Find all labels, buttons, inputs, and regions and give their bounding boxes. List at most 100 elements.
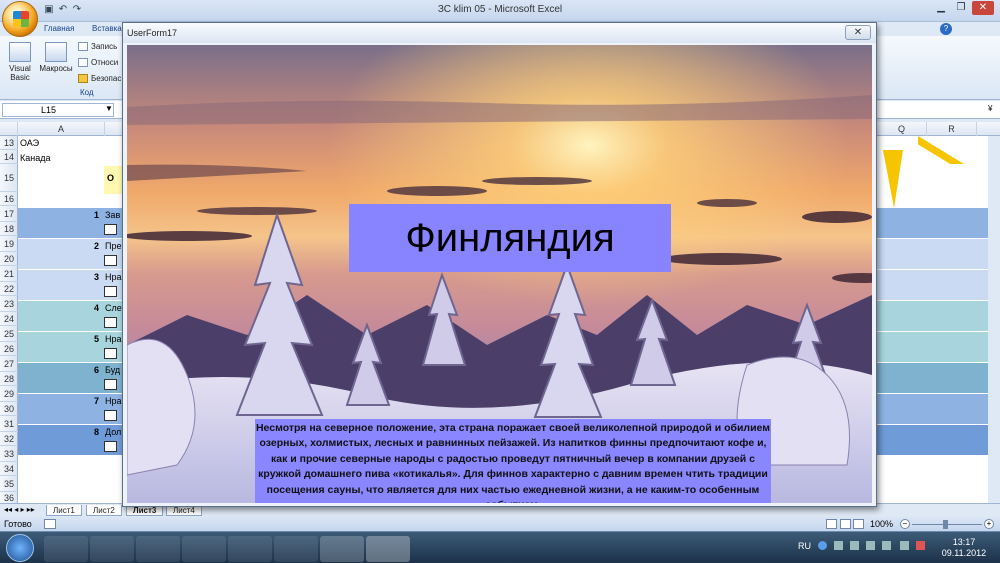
network-icon[interactable] <box>882 541 891 550</box>
row-header[interactable]: 18 <box>0 222 18 236</box>
zoom-slider[interactable]: − + <box>898 519 994 529</box>
row-header[interactable]: 25 <box>0 326 18 342</box>
record-macro-button[interactable]: Запись <box>78 42 118 52</box>
window-title: ЗС klim 05 - Microsoft Excel <box>437 4 563 15</box>
warning-icon <box>78 74 88 84</box>
row-header[interactable]: 33 <box>0 446 18 462</box>
macro-record-icon[interactable] <box>44 519 56 529</box>
sheet-tab-1[interactable]: Лист1 <box>46 505 82 516</box>
row-header[interactable]: 19 <box>0 236 18 252</box>
help-tray-icon[interactable] <box>818 541 827 550</box>
answer-checkbox[interactable] <box>104 286 117 297</box>
sheet-tab-2[interactable]: Лист2 <box>86 505 122 516</box>
row-header[interactable]: 26 <box>0 342 18 356</box>
shape-arrow-right <box>918 136 964 164</box>
start-button[interactable] <box>6 534 34 562</box>
row-header[interactable]: 32 <box>0 432 18 446</box>
macros-icon <box>45 42 67 62</box>
row-header[interactable]: 13 <box>0 136 18 150</box>
answer-checkbox[interactable] <box>104 441 117 452</box>
row-header[interactable]: 24 <box>0 312 18 326</box>
expand-formula-icon[interactable]: ¥ <box>988 104 992 113</box>
row-header[interactable]: 28 <box>0 372 18 386</box>
close-icon[interactable]: ✕ <box>845 25 871 40</box>
select-all-corner[interactable] <box>0 122 18 136</box>
question-number: 1 <box>94 210 100 220</box>
taskbar-word-icon[interactable] <box>320 536 364 562</box>
country-description: Несмотря на северное положение, эта стра… <box>255 419 771 503</box>
record-label: Запись <box>91 42 118 51</box>
question-number: 3 <box>94 272 100 282</box>
question-number: 2 <box>94 241 100 251</box>
tab-insert[interactable]: Вставка <box>92 24 122 33</box>
security-label: Безопас <box>91 74 122 83</box>
taskbar-app-icon[interactable] <box>136 536 180 562</box>
help-icon[interactable]: ? <box>940 23 952 35</box>
title-bar: ▣ ↶ ↷ ЗС klim 05 - Microsoft Excel ▁ ❐ ✕ <box>0 0 1000 22</box>
taskbar: RU 13:17 09.11.2012 <box>0 531 1000 563</box>
minimize-icon[interactable]: ▁ <box>930 1 952 15</box>
clock-time: 13:17 <box>952 537 976 547</box>
row-header[interactable]: 23 <box>0 296 18 312</box>
taskbar-paint-icon[interactable] <box>182 536 226 562</box>
row-header[interactable]: 15 <box>0 164 18 192</box>
battery-icon[interactable] <box>900 541 909 550</box>
row-header[interactable]: 29 <box>0 386 18 402</box>
taskbar-winrar-icon[interactable] <box>90 536 134 562</box>
taskbar-explorer-icon[interactable] <box>274 536 318 562</box>
answer-checkbox[interactable] <box>104 255 117 266</box>
volume-icon[interactable] <box>916 541 925 550</box>
row-header[interactable]: 22 <box>0 282 18 296</box>
row-header[interactable]: 17 <box>0 206 18 222</box>
clock[interactable]: 13:17 09.11.2012 <box>940 537 988 559</box>
macros-button[interactable]: Макросы <box>38 42 74 73</box>
office-button[interactable] <box>2 1 38 37</box>
view-buttons[interactable] <box>826 519 866 529</box>
question-text: Нра <box>105 334 122 344</box>
tray-icon-3[interactable] <box>866 541 875 550</box>
question-text: Зав <box>105 210 121 220</box>
row-header[interactable]: 30 <box>0 402 18 416</box>
sheet-nav-icon[interactable]: ◂◂ ◂ ▸ ▸▸ <box>4 505 35 514</box>
tray-icon-1[interactable] <box>834 541 843 550</box>
visual-basic-button[interactable]: Visual Basic <box>4 42 36 82</box>
answer-checkbox[interactable] <box>104 224 117 235</box>
answer-checkbox[interactable] <box>104 348 117 359</box>
answer-checkbox[interactable] <box>104 410 117 421</box>
relative-refs-button[interactable]: Относи <box>78 58 119 68</box>
tray-icon-2[interactable] <box>850 541 859 550</box>
taskbar-excel-icon[interactable] <box>366 536 410 562</box>
row-header[interactable]: 21 <box>0 266 18 282</box>
row-headers: 13 14 15 16 17 18 19 20 21 22 23 24 25 26 27 28 29 30 31 32… <box>0 136 18 504</box>
row-header[interactable]: 31 <box>0 416 18 432</box>
cell-a13: ОАЭ <box>20 138 40 148</box>
restore-icon[interactable]: ❐ <box>950 1 972 15</box>
row-header[interactable]: 20 <box>0 252 18 266</box>
cell-a14: Канада <box>20 153 51 163</box>
zoom-level[interactable]: 100% <box>870 519 893 529</box>
column-header-r[interactable]: R <box>927 122 977 136</box>
column-header-a[interactable]: A <box>18 122 105 136</box>
row-header[interactable]: 34 <box>0 462 18 476</box>
answer-checkbox[interactable] <box>104 379 117 390</box>
taskbar-chrome-icon[interactable] <box>228 536 272 562</box>
language-indicator[interactable]: RU <box>798 541 811 551</box>
taskbar-calculator-icon[interactable] <box>44 536 88 562</box>
macro-security-button[interactable]: Безопас <box>78 74 122 84</box>
question-text: Нра <box>105 396 122 406</box>
row-header[interactable]: 35 <box>0 476 18 492</box>
chevron-down-icon[interactable]: ▼ <box>105 104 113 113</box>
record-icon <box>78 42 88 52</box>
question-text: Буд <box>105 365 121 375</box>
answer-checkbox[interactable] <box>104 317 117 328</box>
close-icon[interactable]: ✕ <box>972 1 994 15</box>
tab-home[interactable]: Главная <box>44 24 74 33</box>
relative-label: Относи <box>91 58 119 67</box>
visual-basic-label-2: Basic <box>10 73 30 82</box>
row-header[interactable]: 27 <box>0 356 18 372</box>
name-box[interactable]: L15 <box>2 103 114 117</box>
row-header[interactable]: 16 <box>0 192 18 206</box>
shape-arrow-left <box>883 150 903 208</box>
column-header-q[interactable]: Q <box>877 122 927 136</box>
row-header[interactable]: 14 <box>0 150 18 164</box>
